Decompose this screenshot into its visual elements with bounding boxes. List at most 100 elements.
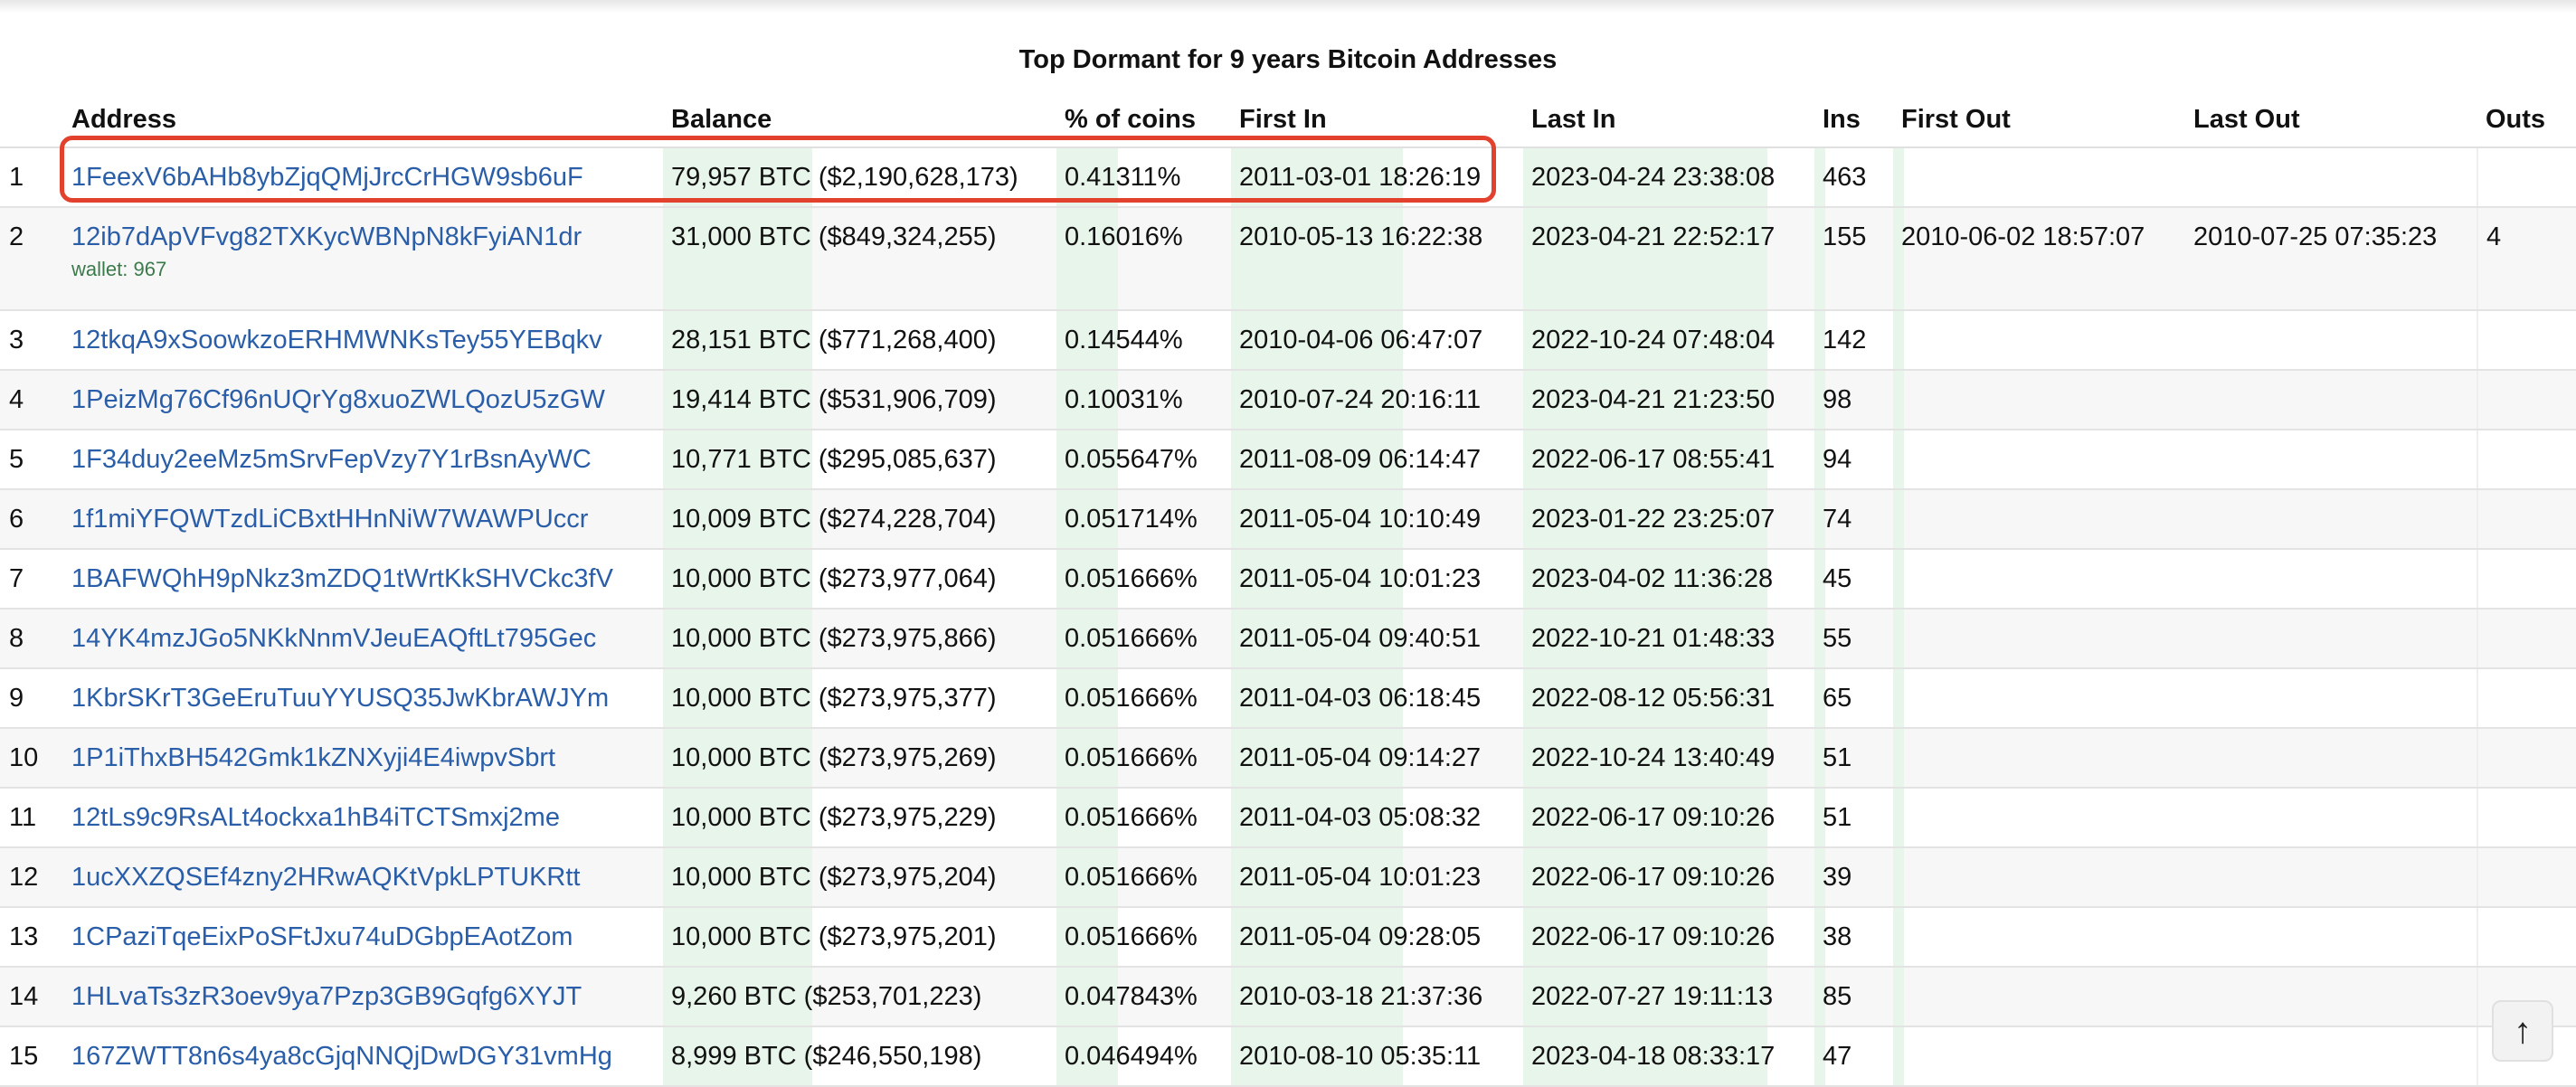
cell-balance: 10,000 BTC ($273,975,269) <box>663 728 1056 789</box>
address-link[interactable]: 1PeizMg76Cf96nUQrYg8xuoZWLQozU5zGW <box>71 385 605 414</box>
cell-rank: 12 <box>0 847 63 908</box>
cell-first-out <box>1893 549 2185 610</box>
cell-address: 12tkqA9xSoowkzoERHMWNKsTey55YEBqkv <box>63 310 663 371</box>
cell-address: 14YK4mzJGo5NKkNnmVJeuEAQftLt795Gec <box>63 609 663 669</box>
cell-rank: 11 <box>0 788 63 848</box>
cell-pct-of-coins: 0.047843% <box>1056 967 1231 1027</box>
address-link[interactable]: 14YK4mzJGo5NKkNnmVJeuEAQftLt795Gec <box>71 624 596 653</box>
cell-balance: 28,151 BTC ($771,268,400) <box>663 310 1056 371</box>
cell-outs <box>2477 668 2576 729</box>
address-link[interactable]: 12tLs9c9RsALt4ockxa1hB4iTCTSmxj2me <box>71 803 560 832</box>
cell-balance: 10,000 BTC ($273,977,064) <box>663 549 1056 610</box>
header-first-out: First Out <box>1893 92 2185 148</box>
cell-pct-of-coins: 0.051666% <box>1056 847 1231 908</box>
cell-last-in: 2023-04-02 11:36:28 <box>1523 549 1814 610</box>
cell-pct-of-coins: 0.10031% <box>1056 370 1231 430</box>
cell-first-out <box>1893 668 2185 729</box>
cell-balance: 10,000 BTC ($273,975,866) <box>663 609 1056 669</box>
cell-rank: 15 <box>0 1026 63 1087</box>
cell-last-out <box>2185 489 2477 550</box>
table-row: 7 1BAFWQhH9pNkz3mZDQ1tWrtKkSHVCkc3fV 10,00… <box>0 549 2576 610</box>
address-link[interactable]: 1FeexV6bAHb8ybZjqQMjJrcCrHGW9sb6uF <box>71 163 583 192</box>
cell-address: 1HLvaTs3zR3oev9ya7Pzp3GB9Gqfg6XYJT <box>63 967 663 1027</box>
cell-outs <box>2477 489 2576 550</box>
cell-balance: 8,999 BTC ($246,550,198) <box>663 1026 1056 1087</box>
cell-first-in: 2011-04-03 05:08:32 <box>1231 788 1523 848</box>
cell-ins: 142 <box>1814 310 1893 371</box>
cell-address: 12ib7dApVFvg82TXKycWBNpN8kFyiAN1dr wallet… <box>63 207 663 311</box>
page-title: Top Dormant for 9 years Bitcoin Addresse… <box>1018 45 1558 74</box>
addresses-table: Address Balance % of coins First In Last… <box>0 92 2576 1087</box>
cell-first-in: 2010-08-10 05:35:11 <box>1231 1026 1523 1087</box>
cell-balance: 10,009 BTC ($274,228,704) <box>663 489 1056 550</box>
cell-last-out <box>2185 907 2477 968</box>
cell-last-out <box>2185 1026 2477 1087</box>
cell-rank: 13 <box>0 907 63 968</box>
cell-pct-of-coins: 0.051666% <box>1056 668 1231 729</box>
cell-outs <box>2477 430 2576 490</box>
wallet-tag[interactable]: wallet: 967 <box>71 258 663 281</box>
cell-balance: 9,260 BTC ($253,701,223) <box>663 967 1056 1027</box>
cell-last-in: 2023-04-24 23:38:08 <box>1523 147 1814 208</box>
cell-address: 1f1miYFQWTzdLiCBxtHHnNiW7WAWPUccr <box>63 489 663 550</box>
cell-balance: 10,000 BTC ($273,975,229) <box>663 788 1056 848</box>
cell-first-out <box>1893 489 2185 550</box>
address-link[interactable]: 1BAFWQhH9pNkz3mZDQ1tWrtKkSHVCkc3fV <box>71 564 613 593</box>
address-link[interactable]: 1CPaziTqeEixPoSFtJxu74uDGbpEAotZom <box>71 922 573 951</box>
table-body: 1 1FeexV6bAHb8ybZjqQMjJrcCrHGW9sb6uF 79,95… <box>0 147 2576 1087</box>
cell-rank: 3 <box>0 310 63 371</box>
table-row: 9 1KbrSKrT3GeEruTuuYYUSQ35JwKbrAWJYm 10,00… <box>0 668 2576 729</box>
address-link[interactable]: 1KbrSKrT3GeEruTuuYYUSQ35JwKbrAWJYm <box>71 684 609 713</box>
cell-first-out <box>1893 847 2185 908</box>
address-link[interactable]: 167ZWTT8n6s4ya8cGjqNNQjDwDGY31vmHg <box>71 1042 612 1071</box>
cell-pct-of-coins: 0.051666% <box>1056 609 1231 669</box>
cell-outs <box>2477 310 2576 371</box>
cell-balance: 10,000 BTC ($273,975,201) <box>663 907 1056 968</box>
cell-first-in: 2011-05-04 09:14:27 <box>1231 728 1523 789</box>
header-pct-of-coins: % of coins <box>1056 92 1231 148</box>
cell-first-in: 2011-05-04 09:40:51 <box>1231 609 1523 669</box>
cell-last-out <box>2185 668 2477 729</box>
cell-outs <box>2477 728 2576 789</box>
cell-last-out <box>2185 788 2477 848</box>
cell-last-out <box>2185 967 2477 1027</box>
address-link[interactable]: 1ucXXZQSEf4zny2HRwAQKtVpkLPTUKRtt <box>71 863 580 892</box>
cell-last-in: 2022-06-17 09:10:26 <box>1523 907 1814 968</box>
cell-rank: 1 <box>0 147 63 208</box>
cell-last-in: 2022-07-27 19:11:13 <box>1523 967 1814 1027</box>
header-outs: Outs <box>2477 92 2576 148</box>
cell-pct-of-coins: 0.046494% <box>1056 1026 1231 1087</box>
address-link[interactable]: 1P1iThxBH542Gmk1kZNXyji4E4iwpvSbrt <box>71 743 555 772</box>
address-link[interactable]: 12ib7dApVFvg82TXKycWBNpN8kFyiAN1dr <box>71 222 582 251</box>
scroll-to-top-button[interactable]: ↑ <box>2492 1000 2553 1062</box>
address-link[interactable]: 1f1miYFQWTzdLiCBxtHHnNiW7WAWPUccr <box>71 505 588 534</box>
cell-first-out <box>1893 147 2185 208</box>
cell-outs <box>2477 788 2576 848</box>
cell-first-in: 2010-07-24 20:16:11 <box>1231 370 1523 430</box>
cell-rank: 10 <box>0 728 63 789</box>
address-link[interactable]: 1HLvaTs3zR3oev9ya7Pzp3GB9Gqfg6XYJT <box>71 982 582 1011</box>
cell-first-in: 2011-05-04 10:01:23 <box>1231 847 1523 908</box>
cell-balance: 10,000 BTC ($273,975,204) <box>663 847 1056 908</box>
cell-first-in: 2011-05-04 10:01:23 <box>1231 549 1523 610</box>
cell-pct-of-coins: 0.051666% <box>1056 907 1231 968</box>
cell-address: 1PeizMg76Cf96nUQrYg8xuoZWLQozU5zGW <box>63 370 663 430</box>
cell-outs <box>2477 370 2576 430</box>
cell-first-in: 2010-03-18 21:37:36 <box>1231 967 1523 1027</box>
cell-last-out <box>2185 609 2477 669</box>
header-balance: Balance <box>663 92 1056 148</box>
cell-address: 1BAFWQhH9pNkz3mZDQ1tWrtKkSHVCkc3fV <box>63 549 663 610</box>
cell-outs <box>2477 549 2576 610</box>
table-row: 15 167ZWTT8n6s4ya8cGjqNNQjDwDGY31vmHg 8,99… <box>0 1026 2576 1087</box>
cell-address: 1CPaziTqeEixPoSFtJxu74uDGbpEAotZom <box>63 907 663 968</box>
header-last-in: Last In <box>1523 92 1814 148</box>
address-link[interactable]: 1F34duy2eeMz5mSrvFepVzy7Y1rBsnAyWC <box>71 445 592 474</box>
cell-pct-of-coins: 0.41311% <box>1056 147 1231 208</box>
cell-first-in: 2011-05-04 09:28:05 <box>1231 907 1523 968</box>
cell-pct-of-coins: 0.14544% <box>1056 310 1231 371</box>
address-link[interactable]: 12tkqA9xSoowkzoERHMWNKsTey55YEBqkv <box>71 326 602 354</box>
table-row: 11 12tLs9c9RsALt4ockxa1hB4iTCTSmxj2me 10,0… <box>0 788 2576 848</box>
cell-first-out <box>1893 430 2185 490</box>
cell-address: 1KbrSKrT3GeEruTuuYYUSQ35JwKbrAWJYm <box>63 668 663 729</box>
cell-rank: 4 <box>0 370 63 430</box>
